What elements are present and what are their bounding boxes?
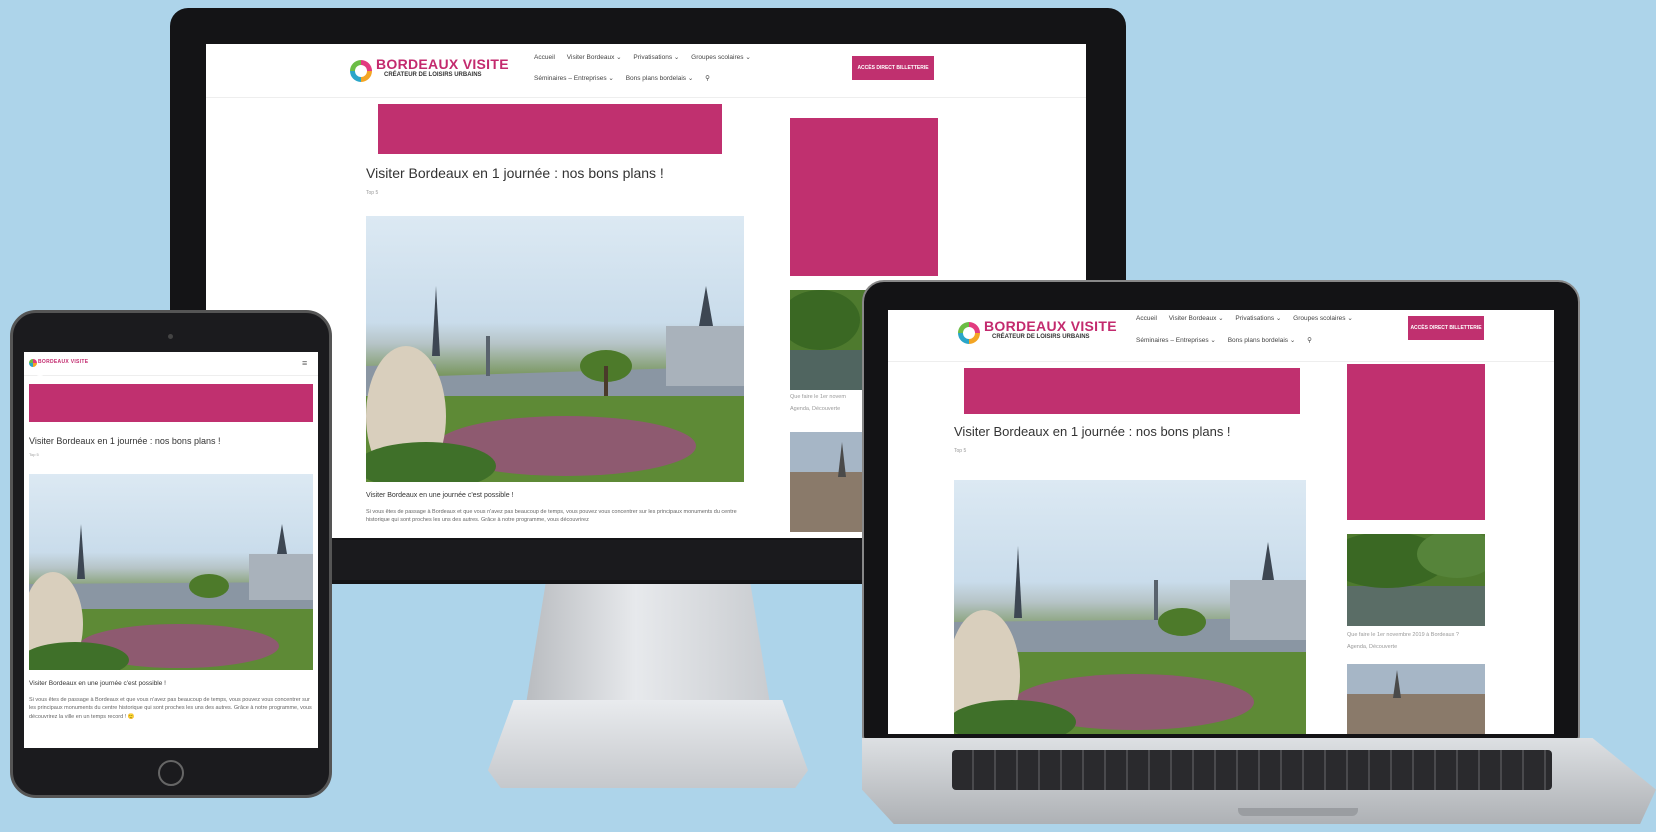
tablet-camera — [168, 334, 173, 339]
nav-item-bons-plans[interactable]: Bons plans bordelais ⌄ — [1228, 337, 1296, 344]
page-title: Visiter Bordeaux en 1 journée : nos bons… — [366, 165, 664, 181]
main-nav-row-1: Accueil Visiter Bordeaux ⌄ Privatisation… — [1136, 314, 1363, 322]
brand-logo-icon[interactable] — [350, 60, 372, 82]
sidebar-caption-1[interactable]: Que faire le 1er novembre 2019 à Bordeau… — [1347, 632, 1497, 640]
laptop-notch — [1238, 808, 1358, 816]
nav-item-bons-plans[interactable]: Bons plans bordelais ⌄ — [626, 75, 694, 82]
sidebar-thumb-park[interactable] — [790, 290, 870, 390]
tablet-screen: BORDEAUX VISITE ≡ Visiter Bordeaux en 1 … — [24, 352, 318, 748]
nav-item-groupes[interactable]: Groupes scolaires ⌄ — [1293, 315, 1353, 322]
sidebar-thumb-city[interactable] — [1347, 664, 1485, 734]
nav-item-visiter[interactable]: Visiter Bordeaux ⌄ — [1169, 315, 1224, 322]
article-body: Si vous êtes de passage à Bordeaux et qu… — [29, 697, 312, 720]
page-title: Visiter Bordeaux en 1 journée : nos bons… — [954, 424, 1231, 439]
nav-item-groupes[interactable]: Groupes scolaires ⌄ — [691, 54, 751, 61]
article-body: Si vous êtes de passage à Bordeaux et qu… — [366, 509, 737, 524]
article-meta[interactable]: Top 5 — [954, 448, 966, 454]
hero-photo — [29, 474, 313, 670]
search-icon[interactable]: ⚲ — [705, 75, 710, 82]
hero-banner — [378, 104, 722, 154]
hero-banner — [29, 384, 313, 422]
nav-item-accueil[interactable]: Accueil — [534, 54, 555, 61]
brand-tagline: CRÉATEUR DE LOISIRS URBAINS — [992, 334, 1090, 340]
site-header: BORDEAUX VISITE CRÉATEUR DE LOISIRS URBA… — [206, 44, 1086, 98]
hero-photo — [954, 480, 1306, 734]
brand-name[interactable]: BORDEAUX VISITE — [376, 56, 509, 72]
site-header-mobile: BORDEAUX VISITE ≡ — [24, 352, 318, 376]
main-nav-row-1: Accueil Visiter Bordeaux ⌄ Privatisation… — [534, 53, 761, 61]
main-nav-row-2: Séminaires – Entreprises ⌄ Bons plans bo… — [534, 74, 720, 82]
search-icon[interactable]: ⚲ — [1307, 337, 1312, 344]
article-meta[interactable]: Top 5 — [366, 190, 378, 196]
article-subheading: Visiter Bordeaux en une journée c'est po… — [366, 492, 514, 499]
laptop-keyboard — [952, 750, 1552, 790]
sidebar-ad-block — [1347, 364, 1485, 520]
nav-item-privatisations[interactable]: Privatisations ⌄ — [633, 54, 679, 61]
page-title: Visiter Bordeaux en 1 journée : nos bons… — [29, 436, 221, 446]
brand-name[interactable]: BORDEAUX VISITE — [38, 359, 88, 365]
tablet-home-button[interactable] — [158, 760, 184, 786]
sidebar-thumb-city[interactable] — [790, 432, 870, 532]
hero-photo — [366, 216, 744, 482]
cta-billetterie-button[interactable]: ACCÈS DIRECT BILLETTERIE — [852, 56, 934, 80]
brand-name[interactable]: BORDEAUX VISITE — [984, 318, 1117, 334]
sidebar-caption-1[interactable]: Que faire le 1er novem — [790, 394, 870, 402]
monitor-stand-foot — [488, 700, 808, 788]
brand-tagline: CRÉATEUR DE LOISIRS URBAINS — [384, 72, 482, 78]
nav-item-privatisations[interactable]: Privatisations ⌄ — [1235, 315, 1281, 322]
main-nav-row-2: Séminaires – Entreprises ⌄ Bons plans bo… — [1136, 336, 1322, 344]
cta-billetterie-button[interactable]: ACCÈS DIRECT BILLETTERIE — [1408, 316, 1484, 340]
brand-logo-icon[interactable] — [958, 322, 980, 344]
monitor-stand-neck — [526, 584, 770, 704]
nav-item-visiter[interactable]: Visiter Bordeaux ⌄ — [567, 54, 622, 61]
brand-logo-icon[interactable] — [29, 359, 46, 376]
article-subheading: Visiter Bordeaux en une journée c'est po… — [29, 680, 166, 687]
article-meta[interactable]: Top 5 — [29, 452, 39, 457]
hero-banner — [964, 368, 1300, 414]
sidebar-thumb-park[interactable] — [1347, 534, 1485, 626]
site-header: BORDEAUX VISITE CRÉATEUR DE LOISIRS URBA… — [888, 310, 1554, 362]
sidebar-category-1[interactable]: Agenda, Découverte — [790, 406, 870, 414]
nav-item-seminaires[interactable]: Séminaires – Entreprises ⌄ — [534, 75, 614, 82]
sidebar-category-1[interactable]: Agenda, Découverte — [1347, 644, 1497, 652]
laptop-screen: BORDEAUX VISITE CRÉATEUR DE LOISIRS URBA… — [888, 310, 1554, 734]
hamburger-menu-icon[interactable]: ≡ — [302, 358, 307, 368]
nav-item-seminaires[interactable]: Séminaires – Entreprises ⌄ — [1136, 337, 1216, 344]
nav-item-accueil[interactable]: Accueil — [1136, 315, 1157, 322]
sidebar-ad-block — [790, 118, 938, 276]
